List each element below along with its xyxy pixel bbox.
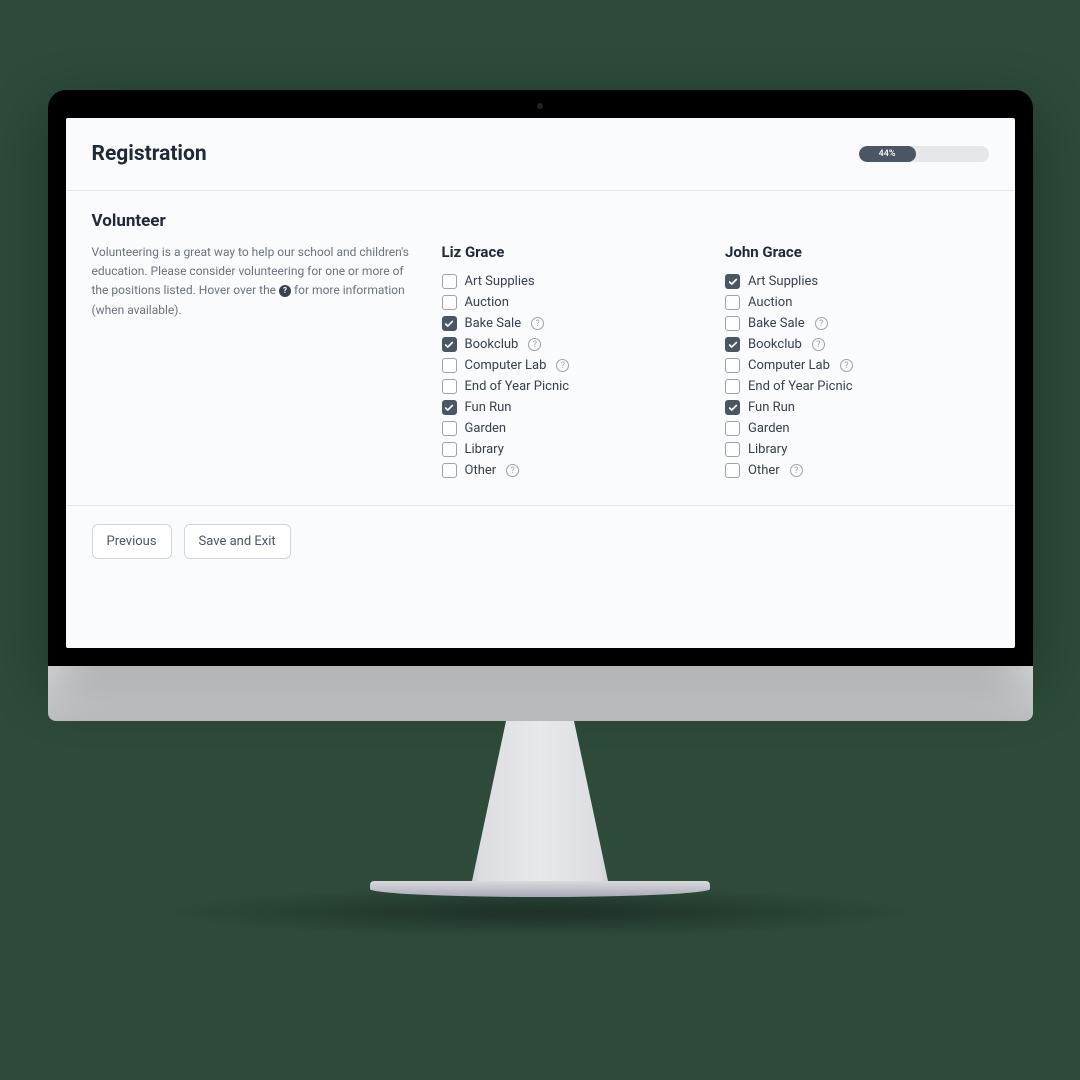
checkbox-label: Bookclub (748, 337, 802, 352)
checkbox-row: Other? (442, 460, 706, 481)
checkbox-label: Bake Sale (748, 316, 805, 331)
checkbox[interactable] (442, 274, 457, 289)
help-icon[interactable]: ? (812, 338, 825, 351)
help-icon[interactable]: ? (815, 317, 828, 330)
checkbox-row: Bake Sale? (725, 313, 989, 334)
checkbox[interactable] (442, 379, 457, 394)
checkbox-label: Auction (748, 295, 792, 310)
camera-icon (537, 103, 543, 109)
checkbox[interactable] (725, 379, 740, 394)
checkbox[interactable] (442, 421, 457, 436)
checkbox-row: Computer Lab? (725, 355, 989, 376)
checkbox-label: Computer Lab (748, 358, 830, 373)
checkbox-label: End of Year Picnic (748, 379, 853, 394)
checkbox-row: Fun Run (725, 397, 989, 418)
checkbox-row: Garden (442, 418, 706, 439)
checkbox-row: Computer Lab? (442, 355, 706, 376)
help-icon[interactable]: ? (840, 359, 853, 372)
checkbox[interactable] (442, 337, 457, 352)
progress-bar: 44% (859, 146, 989, 162)
checkbox[interactable] (442, 358, 457, 373)
person-column: Liz GraceArt SuppliesAuctionBake Sale?Bo… (442, 243, 706, 481)
monitor-mockup: Registration 44% Volunteer Volunteering … (48, 90, 1033, 897)
monitor-stand (455, 721, 625, 881)
checkbox-row: Other? (725, 460, 989, 481)
checkbox-row: Bookclub? (725, 334, 989, 355)
checkbox-label: Auction (465, 295, 509, 310)
checkbox[interactable] (725, 274, 740, 289)
checkbox[interactable] (725, 337, 740, 352)
checkbox-label: Fun Run (465, 400, 512, 415)
checkbox-row: Library (442, 439, 706, 460)
previous-button[interactable]: Previous (92, 524, 172, 559)
checkbox-row: End of Year Picnic (442, 376, 706, 397)
person-name: Liz Grace (442, 243, 706, 261)
checkbox-row: Art Supplies (442, 271, 706, 292)
checkbox-row: Garden (725, 418, 989, 439)
checkbox-row: Art Supplies (725, 271, 989, 292)
checkbox[interactable] (725, 421, 740, 436)
checkbox-row: Bookclub? (442, 334, 706, 355)
page-title: Registration (92, 142, 207, 166)
checkbox[interactable] (442, 295, 457, 310)
checkbox[interactable] (725, 295, 740, 310)
checkbox-row: Auction (725, 292, 989, 313)
checkbox-label: Other (465, 463, 497, 478)
checkbox-row: Library (725, 439, 989, 460)
checkbox[interactable] (725, 316, 740, 331)
checkbox[interactable] (442, 400, 457, 415)
monitor-bezel: Registration 44% Volunteer Volunteering … (48, 90, 1033, 666)
volunteer-description: Volunteering is a great way to help our … (92, 243, 422, 481)
checkbox-label: Art Supplies (465, 274, 535, 289)
checkbox[interactable] (725, 442, 740, 457)
checkbox-label: Art Supplies (748, 274, 818, 289)
header-divider (66, 190, 1015, 191)
help-icon[interactable]: ? (506, 464, 519, 477)
checkbox[interactable] (725, 400, 740, 415)
monitor-chin (48, 666, 1033, 721)
checkbox-row: Bake Sale? (442, 313, 706, 334)
checkbox-label: Fun Run (748, 400, 795, 415)
question-circle-icon: ? (279, 285, 291, 297)
person-column: John GraceArt SuppliesAuctionBake Sale?B… (725, 243, 989, 481)
checkbox-row: End of Year Picnic (725, 376, 989, 397)
screen: Registration 44% Volunteer Volunteering … (66, 118, 1015, 648)
monitor-base (370, 881, 710, 897)
checkbox-label: Garden (465, 421, 507, 436)
progress-text: 44% (879, 149, 896, 159)
help-icon[interactable]: ? (556, 359, 569, 372)
checkbox[interactable] (725, 463, 740, 478)
checkbox-label: Garden (748, 421, 790, 436)
checkbox[interactable] (442, 316, 457, 331)
checkbox-row: Auction (442, 292, 706, 313)
checkbox[interactable] (442, 463, 457, 478)
checkbox-label: Library (465, 442, 504, 457)
help-icon[interactable]: ? (528, 338, 541, 351)
checkbox-label: Library (748, 442, 787, 457)
help-icon[interactable]: ? (531, 317, 544, 330)
checkbox-label: Bookclub (465, 337, 519, 352)
checkbox[interactable] (442, 442, 457, 457)
checkbox-row: Fun Run (442, 397, 706, 418)
section-title: Volunteer (92, 211, 989, 231)
checkbox-label: Computer Lab (465, 358, 547, 373)
checkbox[interactable] (725, 358, 740, 373)
person-name: John Grace (725, 243, 989, 261)
checkbox-label: End of Year Picnic (465, 379, 570, 394)
checkbox-label: Other (748, 463, 780, 478)
save-and-exit-button[interactable]: Save and Exit (184, 524, 291, 559)
help-icon[interactable]: ? (790, 464, 803, 477)
checkbox-label: Bake Sale (465, 316, 522, 331)
